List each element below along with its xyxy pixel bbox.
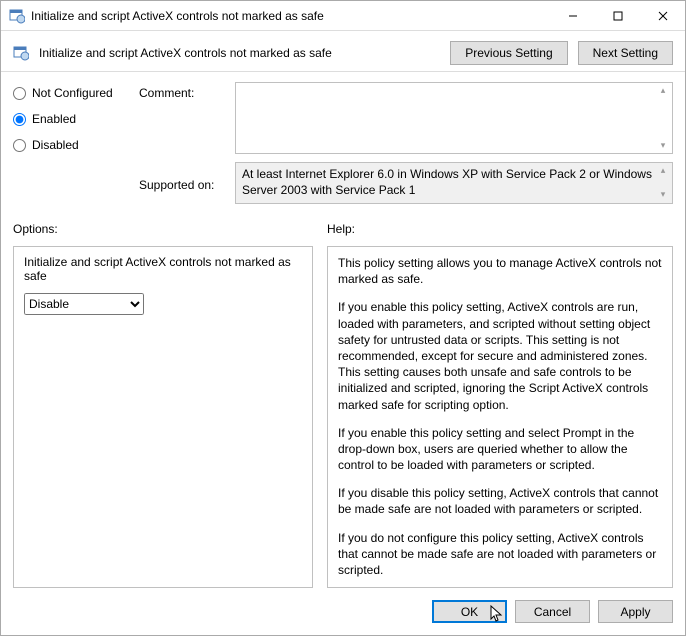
help-paragraph: This policy setting allows you to manage… [338, 255, 662, 287]
radio-disabled[interactable]: Disabled [13, 138, 133, 152]
supported-text: At least Internet Explorer 6.0 in Window… [235, 162, 673, 204]
option-name: Initialize and script ActiveX controls n… [24, 255, 302, 283]
option-dropdown[interactable]: Disable [24, 293, 144, 315]
help-label: Help: [327, 222, 673, 236]
help-paragraph: If you disable this policy setting, Acti… [338, 485, 662, 517]
radio-enabled[interactable]: Enabled [13, 112, 133, 126]
footer-buttons: OK Cancel Apply [1, 588, 685, 635]
state-radios: Not Configured Enabled Disabled [13, 82, 133, 152]
comment-label: Comment: [139, 82, 229, 100]
comment-textarea[interactable]: ▴▾ [235, 82, 673, 154]
policy-icon [13, 45, 29, 61]
cancel-button[interactable]: Cancel [515, 600, 590, 623]
previous-setting-button[interactable]: Previous Setting [450, 41, 567, 65]
supported-value: At least Internet Explorer 6.0 in Window… [242, 167, 652, 197]
help-panel: This policy setting allows you to manage… [327, 246, 673, 588]
options-label: Options: [13, 222, 313, 236]
window-title: Initialize and script ActiveX controls n… [31, 9, 550, 23]
help-paragraph: If you enable this policy setting, Activ… [338, 299, 662, 412]
header-row: Initialize and script ActiveX controls n… [1, 31, 685, 72]
radio-label: Enabled [32, 112, 76, 126]
next-setting-button[interactable]: Next Setting [578, 41, 673, 65]
radio-label: Not Configured [32, 86, 113, 100]
apply-button[interactable]: Apply [598, 600, 673, 623]
supported-label: Supported on: [139, 174, 229, 192]
minimize-button[interactable] [550, 1, 595, 31]
panels: Initialize and script ActiveX controls n… [1, 240, 685, 588]
radio-label: Disabled [32, 138, 79, 152]
radio-not-configured[interactable]: Not Configured [13, 86, 133, 100]
section-labels: Options: Help: [1, 218, 685, 240]
maximize-button[interactable] [595, 1, 640, 31]
policy-subtitle: Initialize and script ActiveX controls n… [39, 46, 440, 60]
scrollbar[interactable]: ▴▾ [656, 85, 670, 151]
help-paragraph: If you do not configure this policy sett… [338, 530, 662, 579]
help-paragraph: If you enable this policy setting and se… [338, 425, 662, 474]
config-area: Not Configured Enabled Disabled Comment:… [1, 72, 685, 218]
scrollbar[interactable]: ▴▾ [656, 165, 670, 201]
titlebar: Initialize and script ActiveX controls n… [1, 1, 685, 31]
options-panel: Initialize and script ActiveX controls n… [13, 246, 313, 588]
close-button[interactable] [640, 1, 685, 31]
policy-icon [9, 8, 25, 24]
ok-button[interactable]: OK [432, 600, 507, 623]
